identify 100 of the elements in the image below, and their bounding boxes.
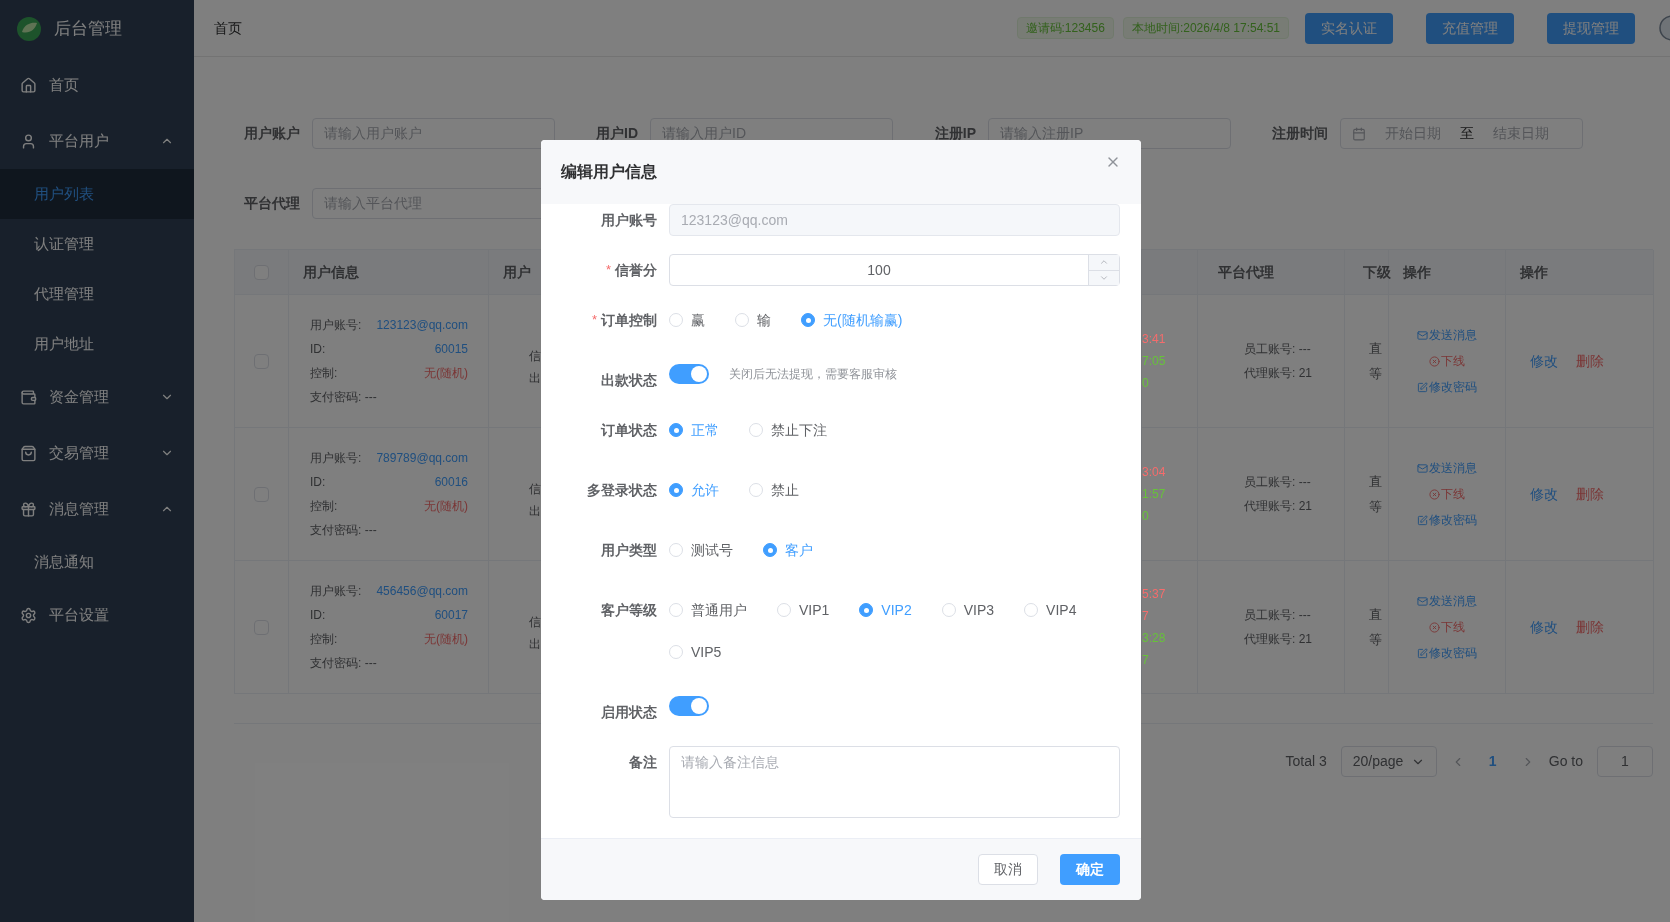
radio-label[interactable]: 无(随机输赢) [823,309,903,331]
action-link[interactable]: 修改密码 [1417,511,1477,529]
settings-icon [20,606,37,624]
time-text: 7:05 [1142,353,1167,370]
mail-icon [1417,329,1428,341]
radio-label[interactable]: 正常 [691,419,719,441]
field-label: 控制: [310,365,338,382]
edit-link[interactable]: 修改 [1530,483,1558,505]
time-text: 3:28 [1142,630,1167,647]
radio-label[interactable]: 允许 [691,479,719,501]
goto-input[interactable]: 1 [1597,746,1653,777]
staff-account: 员工账号: --- [1244,607,1312,624]
sidebar-item[interactable]: 交易管理 [0,425,194,481]
wallet-icon [20,388,37,406]
radio-button[interactable] [669,423,683,437]
radio-button[interactable] [801,313,815,327]
info-tag: 邀请码:123456 [1016,17,1114,39]
confirm-button[interactable]: 确定 [1060,854,1120,885]
cancel-button[interactable]: 取消 [978,854,1038,885]
time-text: 3:41 [1142,331,1167,348]
action-link[interactable]: 发送消息 [1417,459,1477,477]
radio-label[interactable]: VIP1 [799,599,830,621]
radio-label[interactable]: 赢 [691,309,705,331]
edit-icon [1417,381,1428,393]
calendar-icon [1352,126,1366,141]
edit-icon [1417,647,1428,659]
column-header: 操作 [1520,262,1548,282]
number-field[interactable]: 100 [669,254,1120,286]
edit-link[interactable]: 修改 [1530,350,1558,372]
circle-x-icon [1429,488,1440,500]
delete-link[interactable]: 删除 [1576,350,1604,372]
mail-icon [1417,462,1428,474]
field-label: ID: [310,341,326,358]
radio-label[interactable]: 普通用户 [691,599,747,621]
page-button[interactable]: 1 [1478,747,1507,776]
remark-textarea[interactable]: 请输入备注信息 [669,746,1120,818]
radio-label[interactable]: 禁止下注 [771,419,827,441]
toggle-switch[interactable] [669,696,709,716]
radio-label[interactable]: VIP2 [881,599,912,621]
sidebar-item[interactable]: 平台设置 [0,587,194,643]
radio-label[interactable]: 测试号 [691,539,733,561]
account-link[interactable]: 456456@qq.com [376,582,468,600]
user-icon [20,132,37,150]
status-text: 出 [529,370,541,387]
radio-label[interactable]: 输 [757,309,771,331]
field-label: 出款状态 [601,370,657,390]
sidebar-item[interactable]: 首页 [0,57,194,113]
field-label: 信誉分 [615,260,657,280]
level-text: 直 [1369,339,1383,358]
header-button[interactable]: 提现管理 [1547,12,1635,44]
header-button[interactable]: 充值管理 [1426,12,1514,44]
level-text: 直 [1369,472,1383,491]
toggle-switch[interactable] [669,364,709,384]
radio-button[interactable] [669,483,683,497]
radio-label[interactable]: VIP3 [963,599,995,621]
radio-label[interactable]: 禁止 [771,479,799,501]
action-link[interactable]: 下线 [1429,352,1465,370]
radio-label[interactable]: VIP4 [1046,599,1077,621]
sidebar-item[interactable]: 平台用户 [0,113,194,169]
home-icon [20,76,37,94]
action-link[interactable]: 修改密码 [1417,378,1477,396]
field-label: 用户账号: [310,583,362,600]
account-link[interactable]: 789789@qq.com [376,449,468,467]
radio-label[interactable]: 客户 [785,539,813,561]
status-text: 出 [529,503,541,520]
time-text: 0 [1142,375,1150,392]
radio-button[interactable] [859,603,874,617]
breadcrumb[interactable]: 首页 [214,17,242,39]
radio-button[interactable] [763,543,777,557]
radio-label[interactable]: VIP5 [691,641,722,663]
action-link[interactable]: 修改密码 [1417,644,1477,662]
avatar-icon[interactable] [1659,15,1670,41]
field-label: 备注 [629,752,657,772]
total-count: Total 3 [1285,752,1327,771]
action-link[interactable]: 发送消息 [1417,592,1477,610]
filter-label: 用户ID [595,124,639,143]
logo-icon [16,15,42,42]
sidebar-item[interactable]: 消息管理 [0,481,194,537]
circle-x-icon [1429,621,1440,633]
time-text: 0 [1142,508,1150,525]
header-button[interactable]: 实名认证 [1305,12,1393,44]
sidebar-item[interactable]: 资金管理 [0,369,194,425]
edit-link[interactable]: 修改 [1530,616,1558,638]
action-link[interactable]: 发送消息 [1417,326,1477,344]
required-mark: * [591,311,597,330]
column-header: 用户 [503,262,531,282]
action-link[interactable]: 下线 [1429,485,1465,503]
account-link[interactable]: 123123@qq.com [376,316,468,334]
page-size-select[interactable]: 20/page [1340,746,1437,777]
edit-icon [1417,514,1428,526]
column-header: 平台代理 [1218,262,1274,282]
action-link[interactable]: 下线 [1429,618,1465,636]
delete-link[interactable]: 删除 [1576,483,1604,505]
status-text: 信 [529,614,541,631]
field-label: 用户账号: [310,450,362,467]
pay-password: 支付密码: --- [310,655,378,672]
sidebar-subitem[interactable]: 用户列表 [0,169,194,219]
user-id: 60016 [434,474,468,491]
delete-link[interactable]: 删除 [1576,616,1604,638]
time-text: 3:04 [1142,464,1167,481]
